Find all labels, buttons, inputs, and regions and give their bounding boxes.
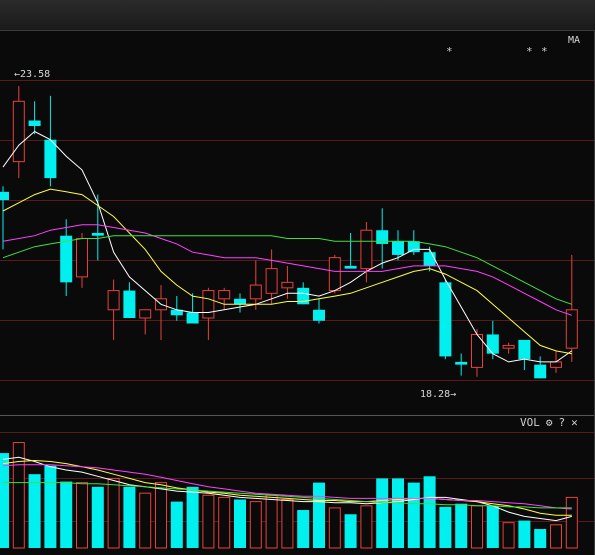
volume-bar-down [486,505,499,548]
price-chart[interactable] [0,0,595,415]
candle-body-up [550,361,562,368]
candle-body-up [281,281,294,289]
candle-body-down [344,265,357,269]
candle-body-down [60,235,73,283]
volume-bar-down [518,520,531,548]
volume-ma-line-ma5 [2,456,572,522]
candle-body-down [28,120,41,126]
candle-body-up [565,309,578,349]
volume-bar-down [0,453,9,548]
volume-bar-down [376,478,389,548]
candle-body-down [91,232,104,236]
candle-body-up [502,344,515,349]
volume-toolbar: VOL ⚙? ✕ [520,416,584,430]
help-icon[interactable]: ? [559,416,566,430]
stock-chart-window: MA * * * ←23.58 18.28→ VOL ⚙? ✕ [0,0,595,555]
volume-bar-up [107,477,120,549]
volume-bar-up [565,496,578,549]
close-icon[interactable]: ✕ [571,416,578,430]
volume-bar-down [28,474,41,548]
volume-ma-line-ma20 [2,464,572,510]
candle-body-down [376,230,389,244]
low-price-label: 18.28→ [420,389,457,400]
volume-bar-down [439,506,452,548]
volume-bar-down [423,476,436,548]
volume-bar-down [44,465,57,548]
volume-bar-down [407,482,420,548]
candle-body-up [107,290,120,311]
candle-body-down [407,241,420,253]
volume-bar-down [313,482,325,548]
candle-body-down [313,309,325,321]
volume-bar-down [170,501,183,548]
candle-body-up [265,268,278,294]
candle-body-down [518,339,531,360]
candle-body-down [44,139,57,179]
candle-body-down [123,290,136,318]
gear-icon[interactable]: ⚙ [546,416,553,430]
candle-body-up [328,257,341,292]
volume-bar-down [297,510,310,548]
volume-bar-down [60,481,73,548]
volume-bar-down [186,486,199,548]
volume-bar-up [249,501,262,549]
volume-bar-up [218,496,231,549]
candle-body-down [423,252,436,266]
volume-bar-up [265,494,278,549]
high-price-label: ←23.58 [14,69,51,80]
candle-body-up [218,290,231,300]
volume-bar-up [202,494,215,549]
candle-body-down [534,364,547,379]
candle-body-up [139,309,152,319]
volume-bar-down [344,514,357,548]
candle-body-down [486,334,499,354]
candle-body-up [249,284,262,300]
volume-ma-line-ma10 [2,459,572,516]
volume-bar-up [550,524,562,549]
candle-body-up [202,290,215,319]
volume-bar-down [234,499,246,548]
candle-body-down [455,361,468,365]
volume-bar-up [281,498,294,549]
volume-ma-line-ma60 [3,482,572,509]
candle-body-down [186,312,199,324]
candle-body-down [0,191,9,201]
volume-bar-up [139,492,152,549]
volume-bar-up [328,507,341,549]
volume-bar-up [471,505,483,549]
volume-bar-up [155,482,167,549]
volume-bar-up [76,482,88,549]
candle-body-down [234,298,246,305]
volume-bar-down [455,503,468,548]
ma-line-ma5 [2,130,573,363]
candle-body-down [392,241,404,255]
volume-bar-down [392,478,404,548]
volume-bar-down [123,486,136,548]
volume-bar-up [502,522,515,549]
volume-bar-up [12,442,25,549]
vol-indicator-label[interactable]: VOL [520,416,540,430]
candle-body-up [12,100,25,163]
candle-body-up [76,237,88,278]
candle-body-down [439,282,452,357]
volume-bar-down [534,529,547,548]
candle-body-up [360,229,373,270]
volume-bar-down [91,486,104,548]
volume-bar-up [360,505,373,549]
